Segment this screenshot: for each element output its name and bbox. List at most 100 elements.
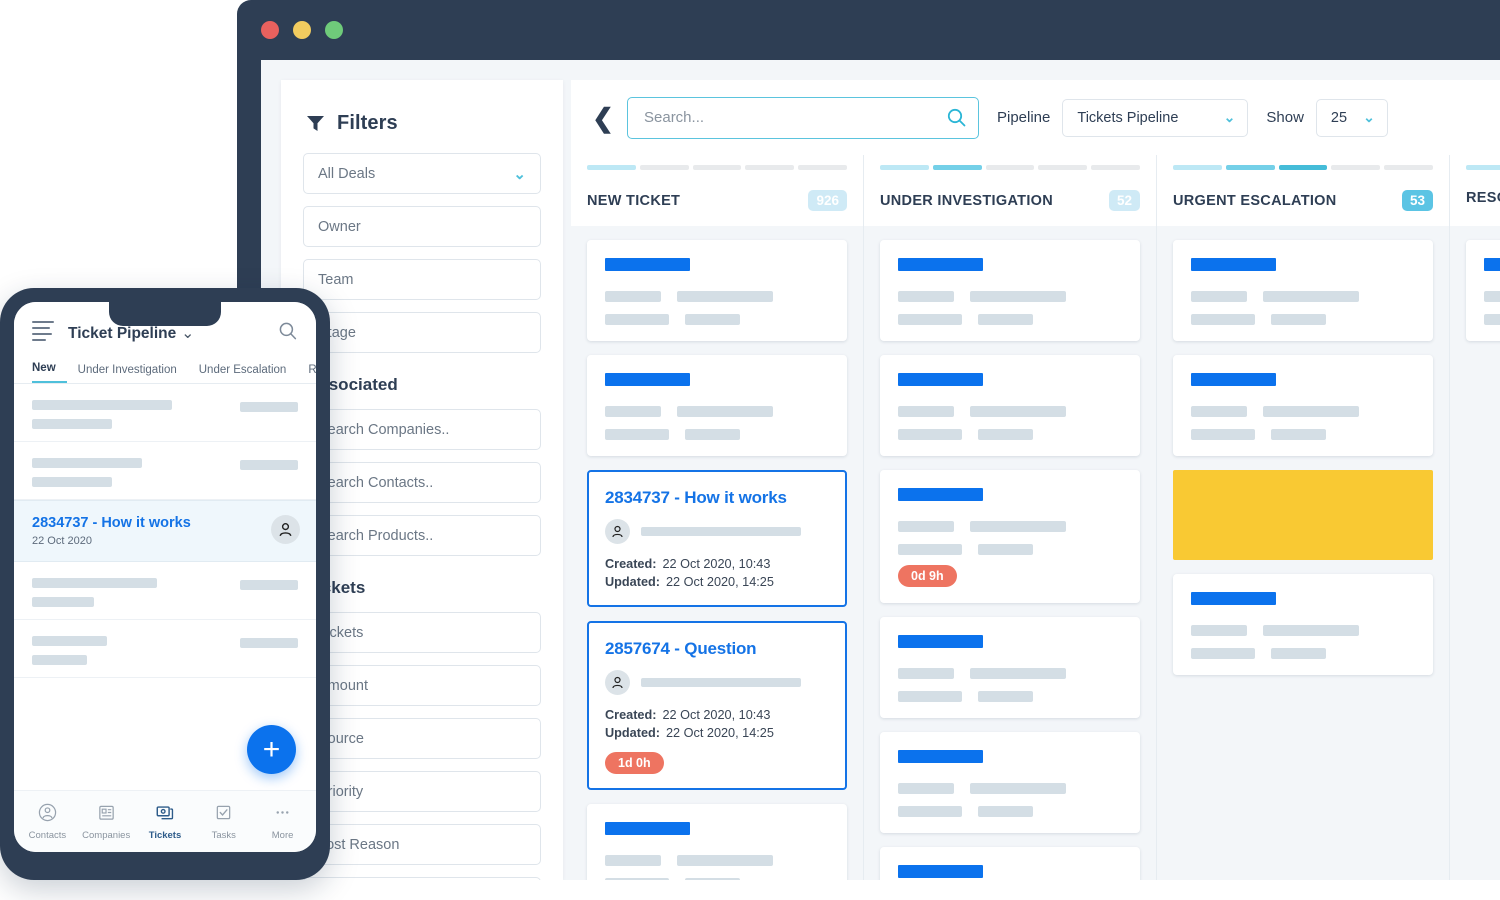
ticket-card[interactable]: 2857674 - Question Created: 22 Oct 2020, 1… [587, 621, 847, 791]
add-ticket-fab[interactable]: + [247, 725, 296, 774]
maximize-button[interactable] [325, 21, 343, 39]
ticket-card[interactable]: 2834737 - How it works Created: 22 Oct 202… [587, 470, 847, 608]
ticket-card-skeleton[interactable] [587, 240, 847, 341]
filter-lost-reason[interactable]: Lost Reason [303, 824, 541, 865]
close-button[interactable] [261, 21, 279, 39]
ticket-owner [605, 519, 829, 544]
column-progress [880, 155, 1140, 170]
card-skeleton-row [605, 429, 829, 440]
column-progress [1173, 155, 1433, 170]
filter-tickets[interactable]: Tickets [303, 612, 541, 653]
filters-title: Filters [337, 112, 398, 134]
mobile-tab-under-escalation[interactable]: Under Escalation [188, 364, 298, 383]
chevron-down-icon: ⌄ [1223, 109, 1236, 125]
column-count-badge: 53 [1401, 190, 1433, 211]
ticket-card-skeleton[interactable] [1173, 574, 1433, 675]
card-title-skeleton [605, 822, 690, 836]
card-drop-placeholder[interactable] [1173, 470, 1433, 560]
app-viewport: Filters All Deals ⌄ Owner Team Stage Ass… [261, 60, 1500, 880]
ticket-card-skeleton[interactable] [587, 355, 847, 456]
list-item[interactable] [14, 562, 316, 620]
mobile-search-button[interactable] [278, 321, 298, 346]
ticket-meta: Created: 22 Oct 2020, 10:43 Updated: 22 Oct… [605, 706, 829, 742]
skeleton-bar [898, 521, 954, 532]
mobile-tab-new[interactable]: New [32, 362, 67, 383]
companies-icon [97, 803, 116, 825]
updated-label: Updated: [605, 726, 660, 741]
bottom-nav-item-more[interactable]: More [255, 803, 311, 841]
filter-stage[interactable]: Stage [303, 312, 541, 353]
skeleton-bar [1271, 429, 1326, 440]
show-select[interactable]: 25 ⌄ [1315, 98, 1388, 137]
more-icon [273, 803, 292, 825]
ticket-card-skeleton[interactable] [1173, 240, 1433, 341]
mobile-ticket-date: 22 Oct 2020 [32, 535, 92, 547]
mobile-tab-resolved[interactable]: Resolved [297, 364, 316, 383]
column-title: URGENT ESCALATION [1173, 192, 1337, 209]
device-notch [109, 302, 221, 326]
filter-priority[interactable]: Priority [303, 771, 541, 812]
ticket-card-skeleton[interactable] [880, 355, 1140, 456]
progress-segment [1466, 165, 1500, 170]
sla-badge: 0d 9h [898, 565, 957, 587]
list-item[interactable] [14, 442, 316, 500]
filter-all-deals[interactable]: All Deals ⌄ [303, 153, 541, 194]
board-toolbar: ❮ Search... Pipeline Tickets Pipeline ⌄ … [571, 80, 1500, 155]
mobile-title[interactable]: Ticket Pipeline ⌄ [68, 324, 194, 343]
filter-search-companies-label: Search Companies.. [318, 421, 450, 438]
chevron-left-icon[interactable]: ❮ [583, 105, 623, 131]
filter-source[interactable]: Source [303, 718, 541, 759]
list-item[interactable] [14, 384, 316, 442]
filter-amount[interactable]: Amount [303, 665, 541, 706]
list-item[interactable] [14, 620, 316, 678]
list-item-selected[interactable]: 2834737 - How it works 22 Oct 2020 [14, 500, 316, 562]
bottom-nav-item-tasks[interactable]: Tasks [196, 803, 252, 841]
filter-search-companies[interactable]: Search Companies.. [303, 409, 541, 450]
column-progress [587, 155, 847, 170]
filter-all-deals-label: All Deals [318, 165, 376, 182]
filter-search-products[interactable]: Search Products.. [303, 515, 541, 556]
bottom-nav-item-contacts[interactable]: Contacts [19, 803, 75, 841]
search-icon[interactable] [947, 108, 966, 127]
progress-segment [1091, 165, 1140, 170]
pipeline-label: Pipeline [997, 109, 1051, 126]
column-title: UNDER INVESTIGATION [880, 192, 1053, 209]
ticket-card-skeleton[interactable] [1466, 240, 1500, 341]
skeleton-bar [898, 291, 954, 302]
ticket-card-skeleton[interactable] [880, 240, 1140, 341]
mobile-tab-under-investigation[interactable]: Under Investigation [67, 364, 188, 383]
column-body [1157, 226, 1450, 880]
ticket-card-skeleton[interactable] [587, 804, 847, 880]
filter-search-contacts[interactable]: Search Contacts.. [303, 462, 541, 503]
skeleton-bar [898, 314, 962, 325]
board-column: NEW TICKET 926 2834737 - How it works Creat… [571, 155, 864, 880]
bottom-nav-item-tickets[interactable]: Tickets [137, 803, 193, 841]
browser-window: Filters All Deals ⌄ Owner Team Stage Ass… [237, 0, 1500, 880]
row-skeleton-secondary [32, 655, 87, 665]
ticket-card-skeleton[interactable] [880, 847, 1140, 880]
ticket-card-skeleton[interactable] [1173, 355, 1433, 456]
filter-team[interactable]: Team [303, 259, 541, 300]
ticket-card-skeleton[interactable]: 0d 9h [880, 470, 1140, 603]
ticket-card-skeleton[interactable] [880, 617, 1140, 718]
screenshot-root: Filters All Deals ⌄ Owner Team Stage Ass… [0, 0, 1500, 900]
search-input[interactable]: Search... [627, 96, 979, 139]
person-icon [271, 515, 300, 544]
card-skeleton-row [1484, 314, 1500, 325]
column-title: NEW TICKET [587, 192, 681, 209]
ticket-title: 2857674 - Question [605, 639, 757, 659]
minimize-button[interactable] [293, 21, 311, 39]
bottom-nav-label: Companies [82, 829, 131, 841]
filter-owner[interactable]: Owner [303, 206, 541, 247]
skeleton-bar [898, 806, 962, 817]
pipeline-select[interactable]: Tickets Pipeline ⌄ [1062, 98, 1249, 137]
filter-extra[interactable] [303, 877, 541, 880]
ticket-meta: Created: 22 Oct 2020, 10:43 Updated: 22 Oct… [605, 555, 829, 591]
column-body: 0d 9h [864, 226, 1157, 880]
filters-header: Filters [281, 80, 563, 135]
bottom-nav-item-companies[interactable]: Companies [78, 803, 134, 841]
card-skeleton-row [1191, 625, 1415, 636]
hamburger-icon[interactable] [32, 321, 54, 345]
ticket-card-skeleton[interactable] [880, 732, 1140, 833]
row-skeleton-secondary [32, 419, 112, 429]
